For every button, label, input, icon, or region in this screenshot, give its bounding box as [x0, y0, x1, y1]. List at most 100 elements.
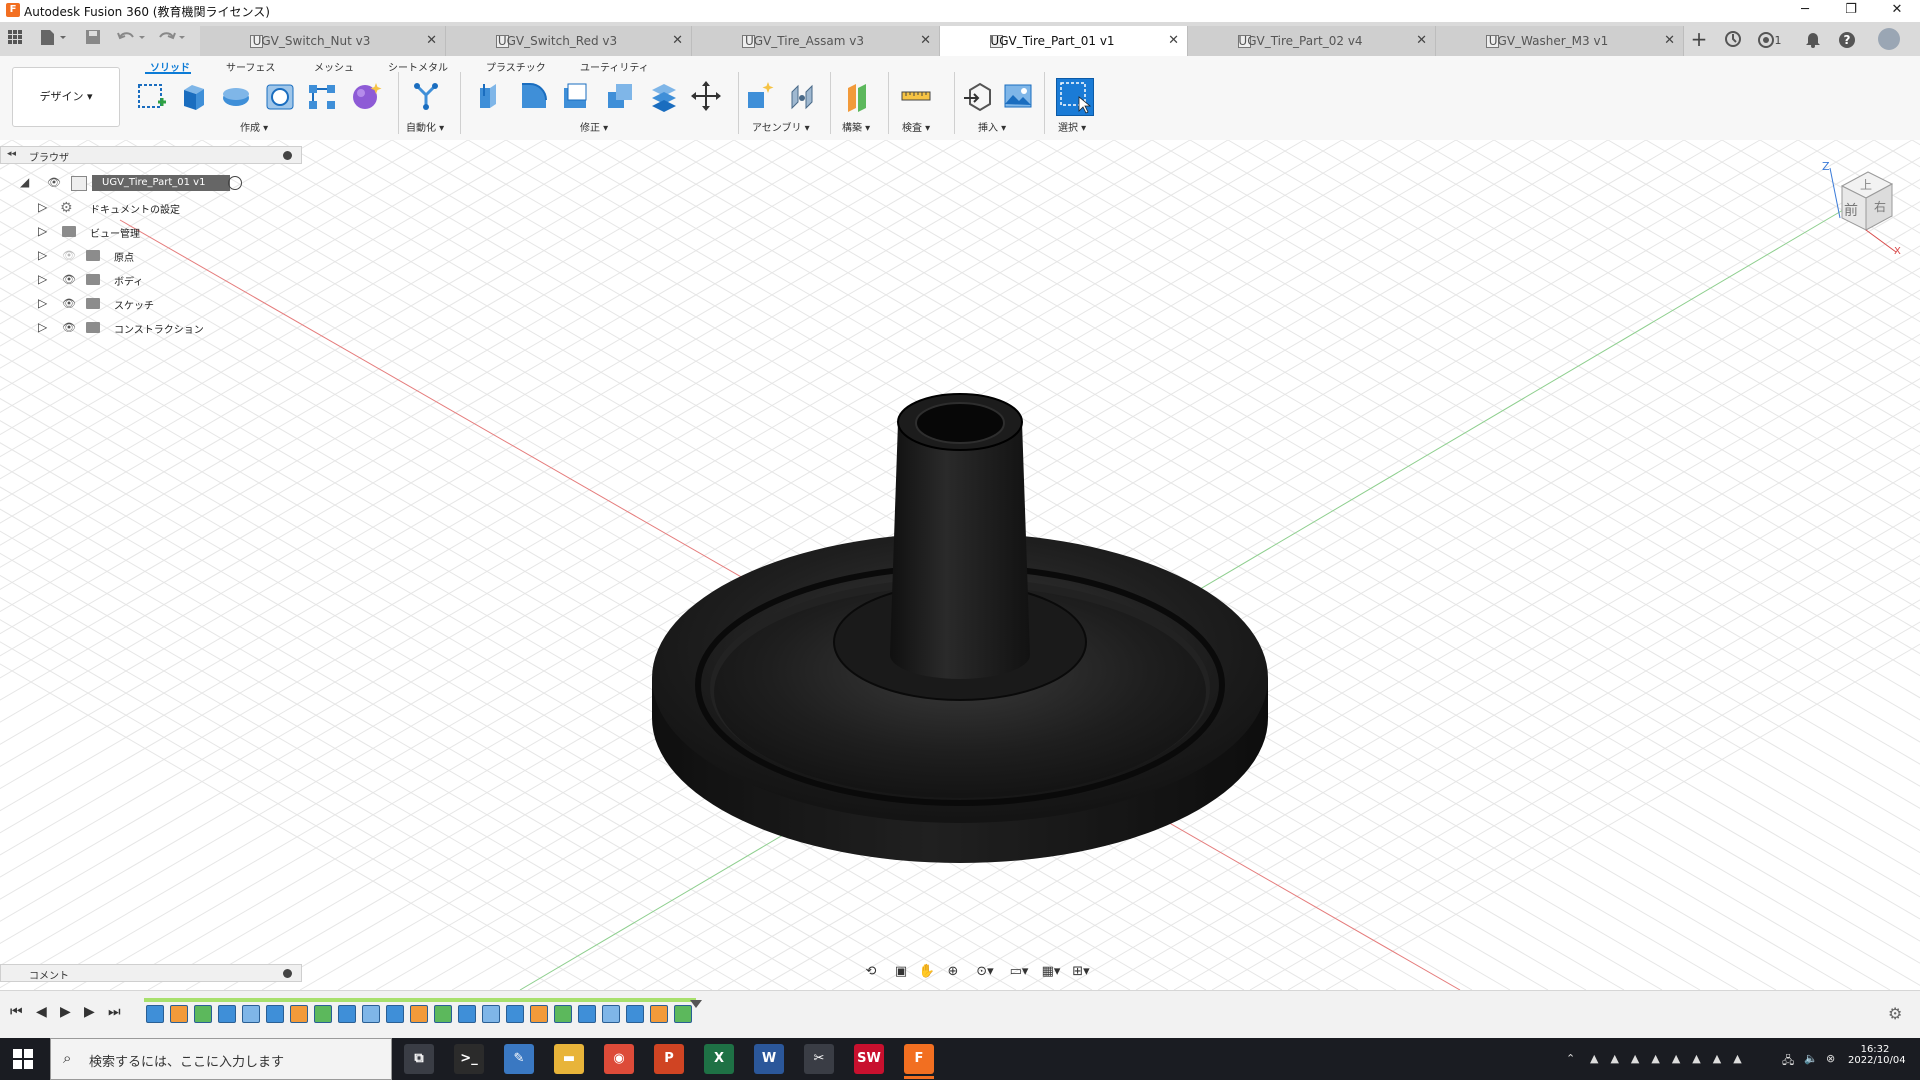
- undo-icon[interactable]: [116, 28, 148, 46]
- expand-arrow-icon[interactable]: ▷: [38, 248, 47, 262]
- expand-arrow-icon[interactable]: ▷: [38, 200, 47, 214]
- browser-item-construction[interactable]: ▷ 👁 コンストラクション: [38, 318, 298, 338]
- task-view-taskbar-icon[interactable]: ⧉: [404, 1044, 434, 1074]
- taskbar-clock[interactable]: 16:32 2022/10/04: [1848, 1044, 1906, 1066]
- timeline-next-button[interactable]: ▶: [84, 1004, 95, 1020]
- app-grid-icon[interactable]: [6, 28, 24, 46]
- root-visibility-eye-icon[interactable]: 👁: [47, 176, 61, 189]
- timeline-feature-icon[interactable]: [458, 1005, 476, 1023]
- expand-arrow-icon[interactable]: ▷: [38, 272, 47, 286]
- notifications-bell-icon[interactable]: [1802, 28, 1824, 50]
- tray-expand-icon[interactable]: ⌃: [1566, 1052, 1575, 1065]
- doc-tab-ugv-switch-nut[interactable]: UGV_Switch_Nut v3 ✕: [200, 26, 446, 56]
- close-tab-icon[interactable]: ✕: [1168, 33, 1179, 48]
- pattern-icon[interactable]: [306, 80, 338, 112]
- timeline-feature-icon[interactable]: [506, 1005, 524, 1023]
- browser-item-sketches[interactable]: ▷ 👁 スケッチ: [38, 294, 298, 314]
- timeline-feature-icon[interactable]: [266, 1005, 284, 1023]
- select-group-label[interactable]: 選択 ▾: [1058, 119, 1086, 134]
- extrude-icon[interactable]: [178, 80, 210, 112]
- inspect-group-label[interactable]: 検査 ▾: [902, 119, 930, 134]
- tab-sheet-metal[interactable]: シートメタル: [388, 59, 448, 74]
- construct-group-label[interactable]: 構築 ▾: [842, 119, 870, 134]
- viewports-icon[interactable]: ⊞▾: [1066, 964, 1096, 982]
- powerpoint-taskbar-icon[interactable]: P: [654, 1044, 684, 1074]
- timeline-settings-gear-icon[interactable]: ⚙: [1888, 1004, 1902, 1023]
- shell-icon[interactable]: [560, 80, 592, 112]
- network-icon[interactable]: 🖧: [1782, 1052, 1794, 1071]
- expand-arrow-icon[interactable]: ▷: [38, 320, 47, 334]
- close-tab-icon[interactable]: ✕: [426, 33, 437, 48]
- redo-icon[interactable]: [156, 28, 188, 46]
- tab-surface[interactable]: サーフェス: [226, 59, 275, 74]
- create-form-icon[interactable]: [350, 80, 382, 112]
- expand-arrow-icon[interactable]: ▷: [38, 224, 47, 238]
- timeline-feature-icon[interactable]: [554, 1005, 572, 1023]
- visibility-eye-icon[interactable]: 👁: [62, 297, 76, 310]
- pan-hand-icon[interactable]: ✋: [916, 964, 938, 982]
- timeline-feature-icon[interactable]: [578, 1005, 596, 1023]
- extensions-icon[interactable]: [1722, 28, 1744, 50]
- root-collapse-icon[interactable]: ◢: [20, 175, 29, 189]
- move-copy-icon[interactable]: [690, 80, 722, 112]
- timeline-feature-icon[interactable]: [626, 1005, 644, 1023]
- windows-start-icon[interactable]: [12, 1048, 34, 1070]
- timeline-feature-icon[interactable]: [530, 1005, 548, 1023]
- timeline-feature-icon[interactable]: [338, 1005, 356, 1023]
- chrome-taskbar-icon[interactable]: ◉: [604, 1044, 634, 1074]
- tire-part-model[interactable]: [652, 393, 1268, 863]
- 3d-viewport[interactable]: [0, 139, 1920, 991]
- excel-taskbar-icon[interactable]: X: [704, 1044, 734, 1074]
- look-at-icon[interactable]: ▣: [890, 964, 912, 982]
- new-component-icon[interactable]: [744, 80, 776, 112]
- assemble-group-label[interactable]: アセンブリ ▾: [752, 119, 810, 134]
- viewport-scene[interactable]: [0, 139, 1920, 991]
- revolve-icon[interactable]: [220, 80, 252, 112]
- timeline-feature-icon[interactable]: [146, 1005, 164, 1023]
- user-avatar[interactable]: [1878, 28, 1900, 50]
- timeline-feature-icon[interactable]: [410, 1005, 428, 1023]
- comments-panel[interactable]: コメント: [0, 964, 302, 982]
- insert-derive-icon[interactable]: [962, 80, 994, 112]
- browser-item-document-settings[interactable]: ▷ ⚙ ドキュメントの設定: [38, 198, 298, 218]
- timeline-feature-icon[interactable]: [314, 1005, 332, 1023]
- taskbar-search-box[interactable]: ⌕ 検索するには、ここに入力します: [50, 1038, 392, 1080]
- offset-plane-icon[interactable]: [842, 80, 874, 112]
- help-icon[interactable]: ?: [1836, 28, 1858, 50]
- doc-tab-ugv-tire-part-01[interactable]: UGV_Tire_Part_01 v1 ✕: [940, 26, 1188, 56]
- timeline-feature-icon[interactable]: [218, 1005, 236, 1023]
- browser-item-view-management[interactable]: ▷ ビュー管理: [38, 222, 298, 242]
- doc-tab-ugv-switch-red[interactable]: UGV_Switch_Red v3 ✕: [446, 26, 692, 56]
- insert-group-label[interactable]: 挿入 ▾: [978, 119, 1006, 134]
- browser-pin-icon[interactable]: [283, 151, 292, 160]
- browser-panel-header[interactable]: ◂◂ ブラウザ: [0, 146, 302, 164]
- word-taskbar-icon[interactable]: W: [754, 1044, 784, 1074]
- fusion-taskbar-icon[interactable]: F: [904, 1044, 934, 1074]
- save-icon[interactable]: [84, 28, 102, 46]
- job-status-icon[interactable]: 1: [1752, 28, 1786, 50]
- visibility-eye-icon[interactable]: 👁: [62, 273, 76, 286]
- timeline-feature-icon[interactable]: [290, 1005, 308, 1023]
- timeline-feature-icon[interactable]: [602, 1005, 620, 1023]
- solidworks-taskbar-icon[interactable]: SW: [854, 1044, 884, 1074]
- close-tab-icon[interactable]: ✕: [1664, 33, 1675, 48]
- timeline-last-button[interactable]: ⏭: [108, 1004, 121, 1020]
- tab-plastic[interactable]: プラスチック: [486, 59, 546, 74]
- visibility-eye-icon[interactable]: 👁: [62, 321, 76, 334]
- combine-icon[interactable]: [604, 80, 636, 112]
- timeline-prev-button[interactable]: ◀: [36, 1004, 47, 1020]
- browser-item-origin[interactable]: ▷ 👁 原点: [38, 246, 298, 266]
- timeline-feature-icon[interactable]: [482, 1005, 500, 1023]
- close-window-button[interactable]: ✕: [1874, 0, 1920, 22]
- volume-icon[interactable]: 🔈: [1804, 1052, 1818, 1065]
- grid-snap-icon[interactable]: ▦▾: [1036, 964, 1066, 982]
- view-cube[interactable]: 上 前 右 Z X: [1810, 160, 1910, 260]
- close-tab-icon[interactable]: ✕: [1416, 33, 1427, 48]
- notepad-taskbar-icon[interactable]: ✎: [504, 1044, 534, 1074]
- fillet-icon[interactable]: [518, 80, 550, 112]
- orbit-icon[interactable]: ⟲: [860, 964, 882, 982]
- viewcube-top-label[interactable]: 上: [1860, 176, 1872, 193]
- doc-tab-ugv-tire-assam[interactable]: UGV_Tire_Assam v3 ✕: [692, 26, 940, 56]
- create-sketch-icon[interactable]: [136, 80, 168, 112]
- tab-utility[interactable]: ユーティリティ: [580, 59, 649, 74]
